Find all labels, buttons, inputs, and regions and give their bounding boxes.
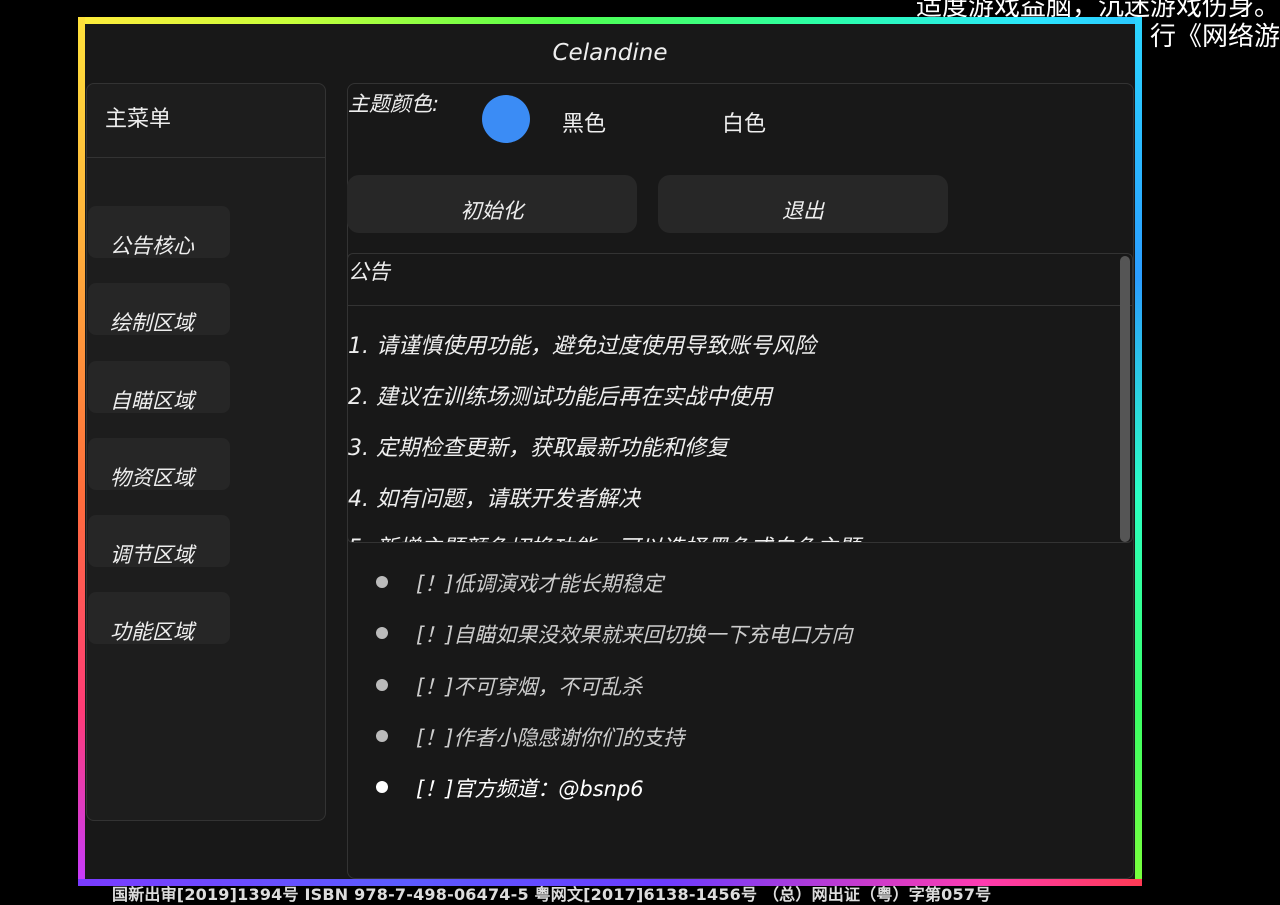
announcement-line: 1. 请谨慎使用功能，避免过度使用导致账号风险	[348, 334, 816, 359]
theme-color-label: 主题颜色:	[348, 92, 440, 116]
sidebar-item-adjust[interactable]: 调节区域	[88, 515, 230, 567]
sidebar-item-functions[interactable]: 功能区域	[88, 592, 230, 644]
announcement-line: 4. 如有问题，请联开发者解决	[348, 487, 640, 512]
initialize-button[interactable]: 初始化	[347, 175, 637, 233]
sidebar-item-announcement[interactable]: 公告核心	[88, 206, 230, 258]
license-footer: 国新出审[2019]1394号 ISBN 978-7-498-06474-5 粤…	[112, 885, 992, 904]
tip-item: [！]自瞄如果没效果就来回切换一下充电口方向	[376, 619, 852, 649]
sidebar-item-supplies[interactable]: 物资区域	[88, 438, 230, 490]
announcement-line: 2. 建议在训练场测试功能后再在实战中使用	[348, 385, 772, 410]
tip-item: [！]不可穿烟，不可乱杀	[376, 671, 642, 701]
bullet-icon	[376, 730, 388, 742]
frame-left-edge	[78, 17, 85, 886]
theme-color-swatch[interactable]	[482, 95, 530, 143]
bullet-icon	[376, 627, 388, 639]
tip-text: [！]低调演戏才能长期稳定	[416, 572, 664, 596]
tip-text: [！]官方频道：@bsnp6	[416, 777, 644, 801]
theme-option-white[interactable]: 白色	[722, 106, 766, 138]
window-title: Celandine	[552, 40, 668, 66]
announcement-box[interactable]: 公告 1. 请谨慎使用功能，避免过度使用导致账号风险 2. 建议在训练场测试功能…	[347, 253, 1133, 543]
bullet-icon	[376, 781, 388, 793]
sidebar-item-aim[interactable]: 自瞄区域	[88, 361, 230, 413]
tip-item: [！]作者小隐感谢你们的支持	[376, 722, 684, 752]
tip-text: [！]不可穿烟，不可乱杀	[416, 675, 643, 699]
frame-right-edge	[1135, 17, 1142, 886]
sidebar-header: 主菜单	[87, 84, 325, 158]
tip-item: [！]低调演戏才能长期稳定	[376, 568, 663, 598]
tip-text: [！]自瞄如果没效果就来回切换一下充电口方向	[416, 623, 853, 647]
frame-top-edge	[78, 17, 1142, 24]
announcement-line: 3. 定期检查更新，获取最新功能和修复	[348, 436, 728, 461]
exit-button[interactable]: 退出	[658, 175, 948, 233]
bullet-icon	[376, 576, 388, 588]
theme-option-black[interactable]: 黑色	[562, 106, 606, 138]
sidebar-item-draw[interactable]: 绘制区域	[88, 283, 230, 335]
bullet-icon	[376, 679, 388, 691]
tip-text: [！]作者小隐感谢你们的支持	[416, 726, 685, 750]
tip-item: [！]官方频道：@bsnp6	[376, 773, 644, 803]
announcement-scrollbar[interactable]	[1120, 256, 1130, 542]
announcement-line: 5. 新增主题颜色切换功能，可以选择黑色或白色主题	[348, 530, 860, 542]
announcement-title: 公告	[348, 254, 1132, 306]
